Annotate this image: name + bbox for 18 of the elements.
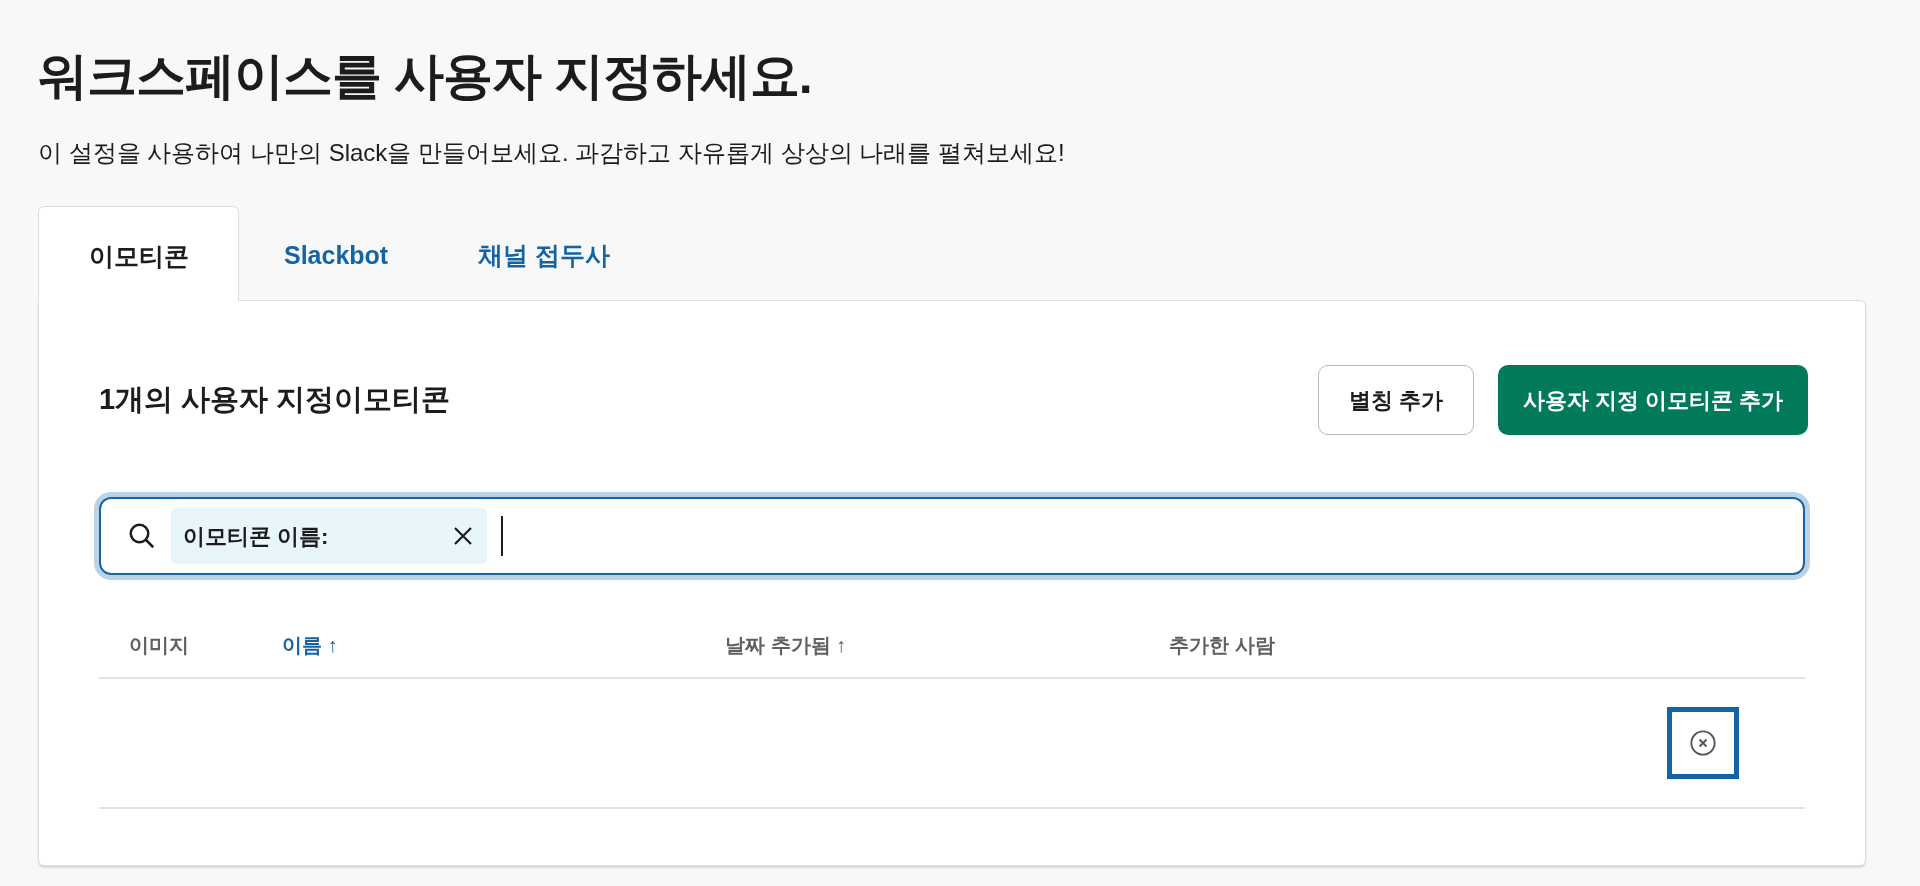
- search-icon: [127, 521, 157, 551]
- filter-chip[interactable]: 이모티콘 이름:: [171, 508, 487, 564]
- tab[interactable]: Slackbot: [239, 206, 434, 300]
- page-subtitle: 이 설정을 사용하여 나만의 Slack을 만들어보세요. 과감하고 자유롭게 상상의 나래를 펼쳐보세요!: [38, 138, 1066, 168]
- section-heading: 1개의 사용자 지정이모티콘: [99, 382, 451, 418]
- tab[interactable]: 채널 접두사: [433, 206, 656, 300]
- column-header[interactable]: 날짜 추가됨 ↑: [725, 634, 847, 656]
- filter-chip-label: 이모티콘 이름:: [183, 522, 329, 551]
- column-header[interactable]: 추가한 사람: [1169, 634, 1275, 656]
- page-title: 워크스페이스를 사용자 지정하세요.: [38, 47, 813, 106]
- text-cursor: [501, 516, 503, 556]
- column-header[interactable]: 이미지: [129, 634, 189, 656]
- add-alias-button[interactable]: 별칭 추가: [1317, 365, 1474, 435]
- remove-icon: [1689, 729, 1717, 757]
- column-header[interactable]: 이름 ↑: [282, 634, 338, 656]
- delete-button[interactable]: [1667, 707, 1739, 779]
- add-emoji-button[interactable]: 사용자 지정 이모티콘 추가: [1497, 365, 1808, 435]
- tab[interactable]: 이모티콘: [38, 206, 239, 301]
